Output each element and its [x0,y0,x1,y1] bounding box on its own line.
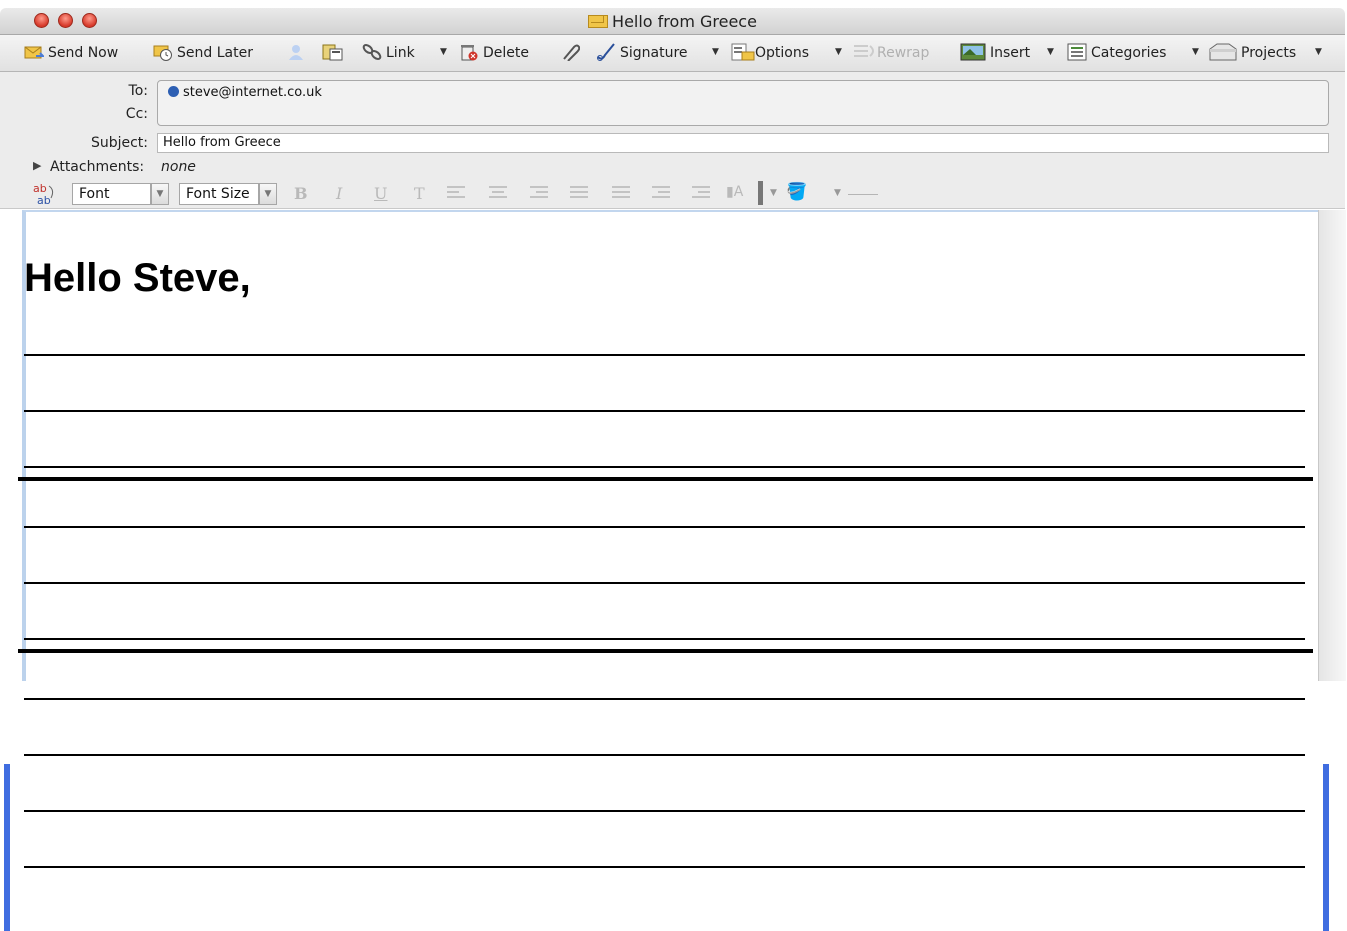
link-menu-chevron-icon[interactable]: ▼ [440,47,447,57]
right-margin-bar [1323,764,1329,931]
to-recipient-token[interactable]: steve@internet.co.uk [168,85,322,100]
toolbar: Send Now Send Later Link ▼ Delete Signat… [0,35,1345,72]
recipients-field[interactable]: steve@internet.co.uk [157,80,1329,126]
send-later-icon [153,43,173,61]
delete-button[interactable]: Delete [459,43,529,63]
align-right-icon[interactable] [530,186,548,202]
to-recipient-address: steve@internet.co.uk [183,85,322,100]
send-later-button[interactable]: Send Later [153,43,253,63]
align-left-icon[interactable] [447,186,465,202]
window-title-text: Hello from Greece [612,12,757,31]
highlight-chevron-icon[interactable]: ▼ [834,188,841,198]
categories-label: Categories [1091,45,1167,61]
address-book-icon[interactable] [286,43,306,63]
attachments-value: none [161,159,196,175]
projects-button[interactable]: Projects [1209,43,1296,63]
numbered-list-icon[interactable] [570,186,588,202]
body-scrollbar[interactable] [1318,210,1346,681]
link-button[interactable]: Link [362,43,415,63]
writing-line [24,810,1305,812]
left-margin-bar [4,764,10,931]
increase-indent-icon[interactable] [692,186,710,202]
signature-label: Signature [620,45,688,61]
font-size-chevron-icon[interactable]: ▼ [259,183,277,205]
font-select-chevron-icon[interactable]: ▼ [151,183,169,205]
writing-line [24,466,1305,468]
font-size-select[interactable]: Font Size [179,183,259,205]
projects-label: Projects [1241,45,1297,61]
signature-menu-chevron-icon[interactable]: ▼ [712,47,719,57]
link-label: Link [386,45,415,61]
attachment-paperclip-icon[interactable] [558,43,581,63]
projects-folder-icon [1209,43,1237,61]
categories-menu-chevron-icon[interactable]: ▼ [1192,47,1199,57]
send-now-icon [24,43,46,61]
writing-line [24,582,1305,584]
writing-line [24,754,1305,756]
divider-line [18,477,1313,481]
decrease-indent-icon[interactable] [652,186,670,202]
divider-line [18,649,1313,653]
signature-button[interactable]: Signature [596,43,688,63]
send-now-label: Send Now [48,45,119,61]
options-label: Options [755,45,810,61]
subject-label: Subject: [90,135,148,151]
send-now-button[interactable]: Send Now [24,43,118,63]
text-color-chevron-icon[interactable]: ▼ [770,188,777,198]
insert-image-icon [960,43,986,61]
writing-line [24,354,1305,356]
insert-menu-chevron-icon[interactable]: ▼ [1047,47,1054,57]
writing-line [24,526,1305,528]
link-icon [362,43,382,61]
underline-button[interactable]: U [374,184,387,203]
writing-line [24,698,1305,700]
options-icon [731,43,755,61]
spell-check-icon[interactable]: ab ab [31,182,65,210]
options-button[interactable]: Options [731,43,809,63]
insert-label: Insert [990,45,1031,61]
categories-list-icon [1067,43,1087,61]
rewrap-icon [853,43,874,61]
text-color-swatch [758,181,763,205]
envelope-icon [588,15,609,28]
window-title: Hello from Greece [0,12,1345,31]
globe-icon [168,86,179,97]
align-center-icon[interactable] [489,186,507,202]
bold-button[interactable]: B [294,184,308,203]
typewriter-button[interactable]: T [414,184,425,203]
to-label: To: [128,83,148,99]
send-later-label: Send Later [177,45,253,61]
highlight-bucket-icon[interactable]: 🪣 [786,182,807,202]
horizontal-rule-icon[interactable] [848,194,878,195]
options-menu-chevron-icon[interactable]: ▼ [835,47,842,57]
trash-icon [459,43,479,61]
attachments-label: Attachments: [50,159,145,175]
text-color-icon[interactable]: ▮A [726,184,743,200]
svg-text:ab: ab [37,194,51,206]
categories-button[interactable]: Categories [1067,43,1166,63]
contacts-icon[interactable] [322,43,344,63]
writing-line [24,410,1305,412]
rewrap-button[interactable]: Rewrap [853,43,929,63]
body-greeting: Hello Steve, [24,256,251,300]
window-title-bar: Hello from Greece [0,8,1345,35]
italic-button[interactable]: I [336,184,342,203]
signature-pen-icon [596,43,616,61]
attachments-disclosure-triangle-icon[interactable]: ▶ [33,159,41,172]
delete-label: Delete [483,45,529,61]
projects-menu-chevron-icon[interactable]: ▼ [1315,47,1322,57]
insert-button[interactable]: Insert [960,43,1030,63]
subject-input[interactable]: Hello from Greece [157,133,1329,153]
bulleted-list-icon[interactable] [612,186,630,202]
writing-line [24,866,1305,868]
rewrap-label: Rewrap [877,45,930,61]
writing-line [24,638,1305,640]
font-select[interactable]: Font [72,183,151,205]
cc-label: Cc: [125,106,148,122]
